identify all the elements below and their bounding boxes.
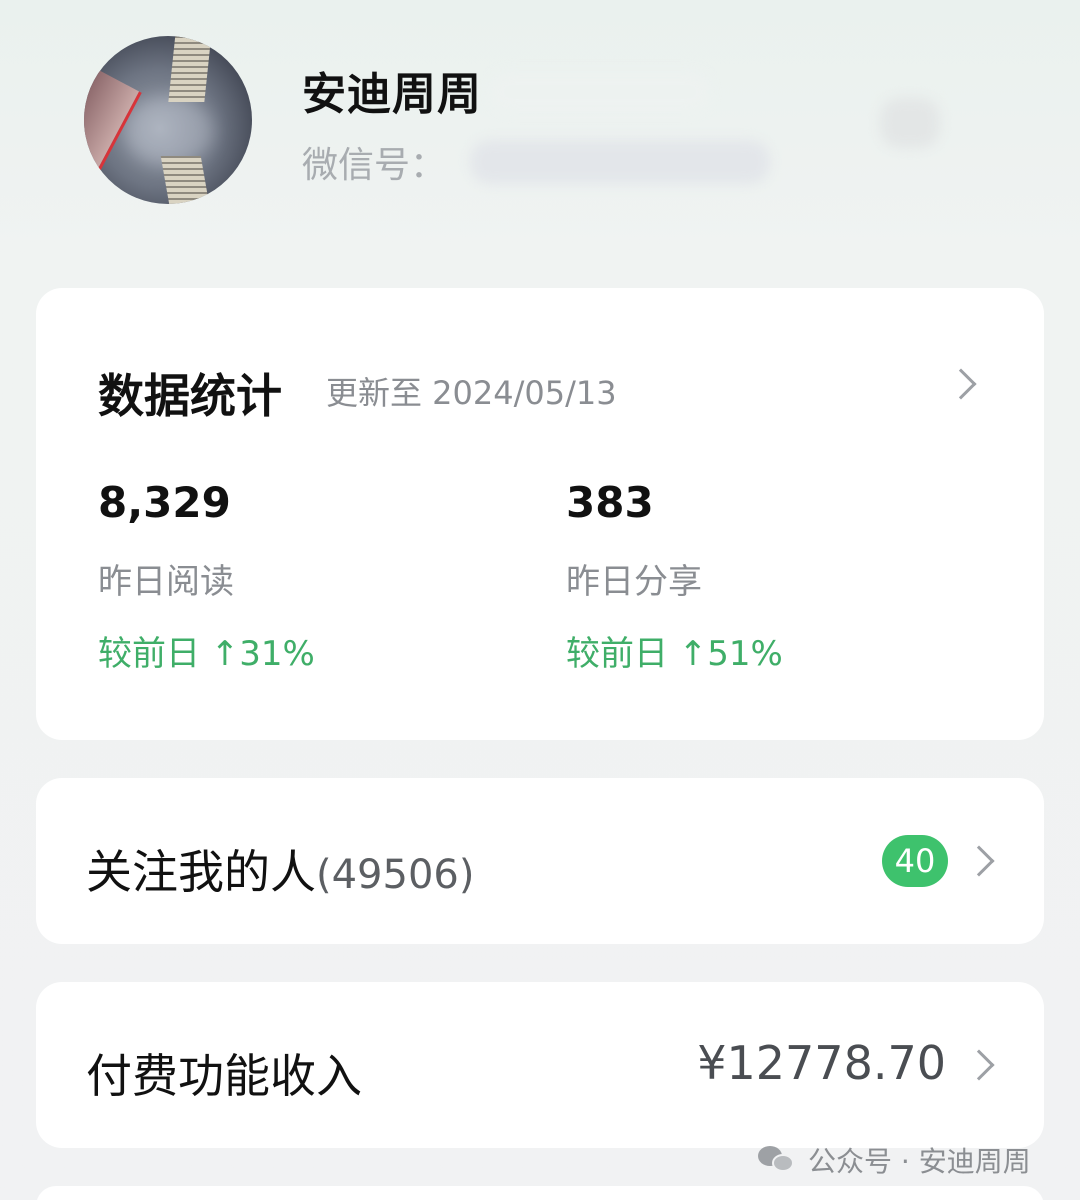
metric-change-shares: 较前日 ↑51% (566, 634, 783, 674)
profile-header: 安迪周周 微信号： (0, 0, 1080, 270)
chevron-right-icon[interactable] (963, 1049, 995, 1081)
wechat-id-redacted (470, 140, 770, 184)
avatar-tower-top (168, 36, 212, 102)
followers-row[interactable]: 关注我的人(49506) 40 (36, 778, 1044, 944)
metric-label-shares: 昨日分享 (566, 562, 702, 602)
metric-change-reads: 较前日 ↑31% (98, 634, 315, 674)
wechat-id-label: 微信号： (302, 145, 447, 186)
chevron-right-icon[interactable] (945, 368, 977, 400)
metric-value-shares: 383 (566, 478, 654, 527)
new-followers-badge: 40 (882, 835, 948, 887)
followers-count: (49506) (316, 852, 475, 898)
metric-label-reads: 昨日阅读 (98, 562, 234, 602)
avatar-tower-bottom (160, 156, 212, 204)
watermark: 公众号 · 安迪周周 (758, 1140, 1031, 1180)
watermark-text: 公众号 · 安迪周周 (808, 1145, 1031, 1178)
avatar[interactable] (84, 36, 252, 204)
stats-title: 数据统计 (98, 369, 282, 423)
followers-title: 关注我的人 (86, 845, 316, 899)
stats-card[interactable]: 数据统计 更新至 2024/05/13 8,329 昨日阅读 较前日 ↑31% … (36, 288, 1044, 740)
chevron-right-icon[interactable] (963, 845, 995, 877)
profile-name: 安迪周周 (302, 69, 482, 120)
followers-title-wrap: 关注我的人(49506) (86, 836, 474, 902)
stats-updated-date: 更新至 2024/05/13 (326, 374, 617, 412)
income-value: ¥12778.70 (697, 1036, 946, 1090)
metric-value-reads: 8,329 (98, 478, 231, 527)
name-redacted-extra (490, 72, 710, 112)
wechat-icon (758, 1144, 796, 1176)
income-title: 付费功能收入 (86, 1049, 362, 1103)
income-row[interactable]: 付费功能收入 ¥12778.70 (36, 982, 1044, 1148)
qr-code-redacted (880, 98, 940, 148)
next-card-partial (36, 1186, 1044, 1200)
